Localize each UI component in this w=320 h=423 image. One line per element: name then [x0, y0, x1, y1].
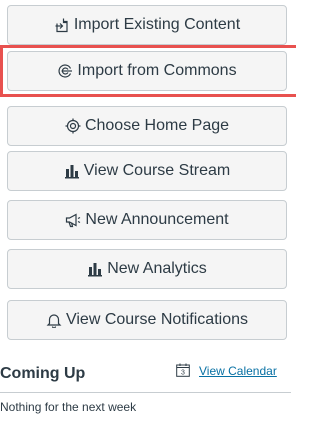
import-icon: [54, 17, 70, 33]
view-course-stream-button[interactable]: View Course Stream: [7, 151, 287, 191]
view-course-notifications-button[interactable]: View Course Notifications: [7, 300, 287, 340]
new-announcement-label: New Announcement: [85, 211, 229, 228]
new-analytics-label: New Analytics: [107, 260, 207, 277]
calendar-icon[interactable]: 3: [176, 363, 190, 377]
view-course-notifications-label: View Course Notifications: [65, 311, 248, 328]
import-existing-content-label: Import Existing Content: [73, 16, 241, 33]
view-calendar-link[interactable]: View Calendar: [199, 364, 277, 378]
bar-chart-icon: [87, 261, 103, 277]
import-from-commons-label: Import from Commons: [77, 62, 237, 79]
bell-icon: [46, 312, 62, 328]
course-sidebar: Import Existing Content Import from Comm…: [0, 0, 296, 423]
choose-home-page-button[interactable]: Choose Home Page: [7, 106, 287, 146]
new-announcement-button[interactable]: New Announcement: [7, 200, 287, 240]
new-analytics-button[interactable]: New Analytics: [7, 249, 287, 289]
announcement-icon: [65, 212, 81, 228]
calendar-icon-day: 3: [181, 370, 185, 377]
import-from-commons-button[interactable]: Import from Commons: [7, 51, 287, 91]
coming-up-header: Coming Up 3 View Calendar: [0, 355, 291, 393]
bar-chart-icon: [64, 163, 80, 179]
view-course-stream-label: View Course Stream: [83, 162, 231, 179]
coming-up-title: Coming Up: [0, 365, 86, 382]
commons-icon: [57, 63, 73, 79]
choose-home-page-label: Choose Home Page: [84, 117, 230, 134]
coming-up-empty-message: Nothing for the next week: [0, 400, 137, 414]
target-icon: [65, 118, 81, 134]
import-existing-content-button[interactable]: Import Existing Content: [7, 5, 287, 45]
